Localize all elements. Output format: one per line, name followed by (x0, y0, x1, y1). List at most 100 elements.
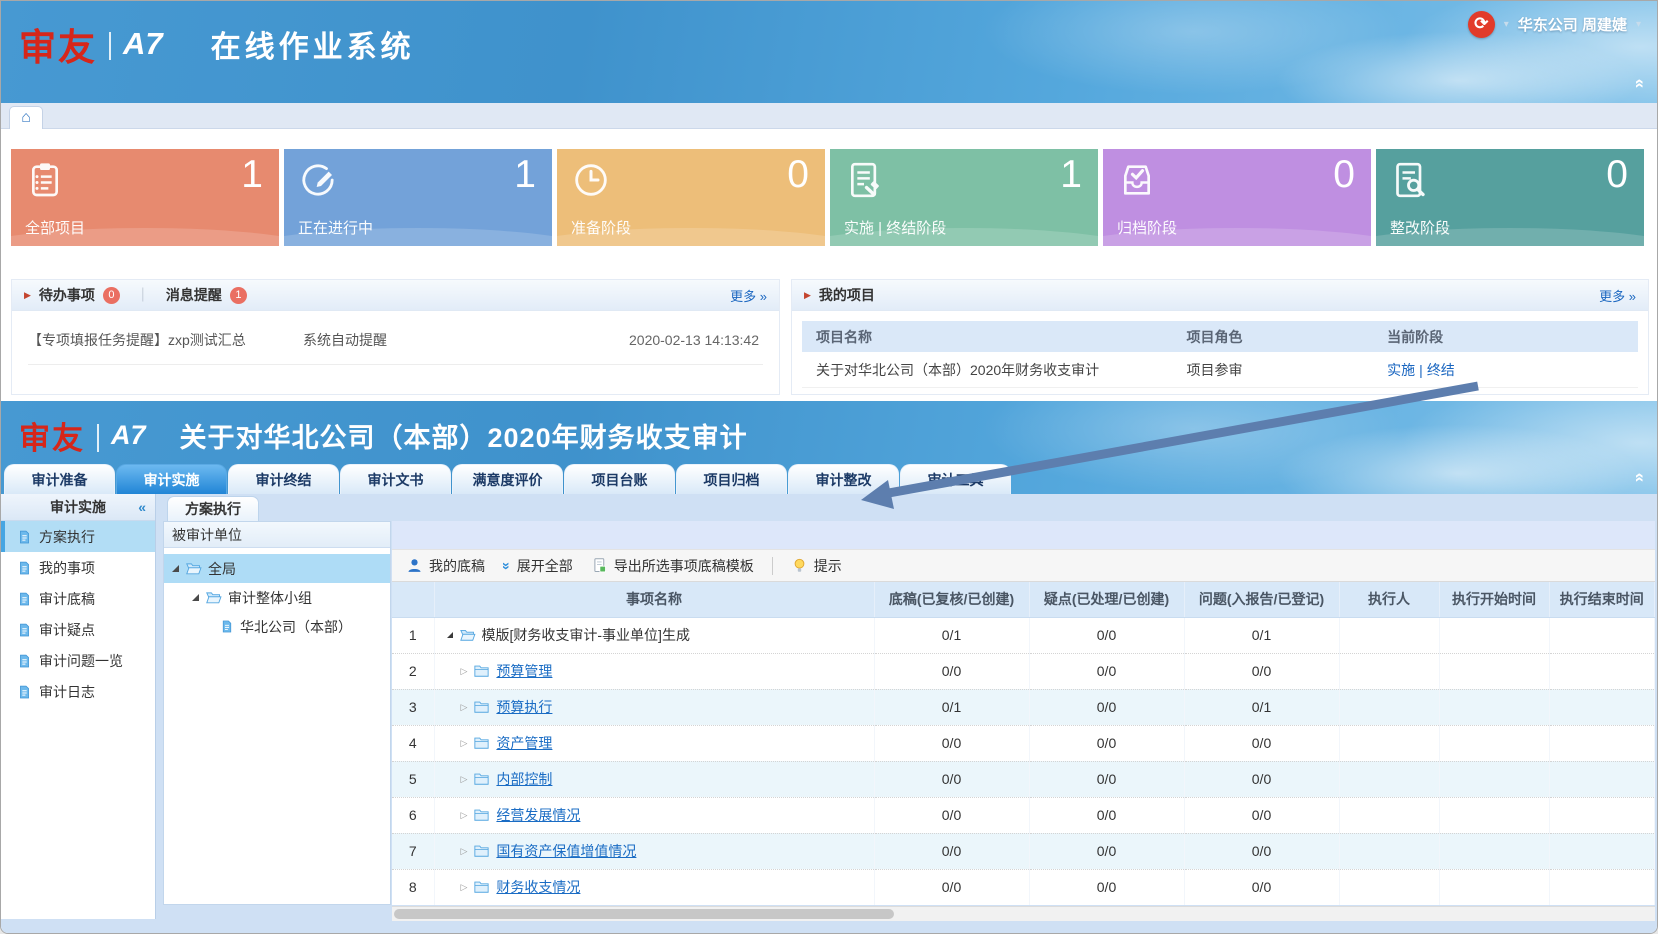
row-collapsed-icon[interactable]: ▷ (461, 810, 468, 821)
sidebar-item-my-matters[interactable]: 我的事项 (1, 552, 155, 583)
executor-cell (1339, 869, 1439, 905)
todo-count-badge: 0 (103, 287, 120, 304)
tab-satisfaction[interactable]: 满意度评价 (452, 464, 563, 494)
row-collapsed-icon[interactable]: ▷ (461, 882, 468, 893)
doubt-cell: 0/0 (1029, 797, 1184, 833)
chevron-down-icon[interactable]: ▾ (1636, 19, 1641, 30)
subtab-plan-execute[interactable]: 方案执行 (167, 496, 259, 521)
sidebar-item-audit-log[interactable]: 审计日志 (1, 676, 155, 707)
company-user-label[interactable]: 华东公司 周建婕 (1518, 14, 1627, 35)
stat-value: 0 (787, 153, 809, 197)
tree-node-label: 审计整体小组 (228, 588, 312, 608)
issue-cell: 0/0 (1184, 797, 1339, 833)
todo-more-link[interactable]: 更多 » (730, 286, 767, 305)
tree-node-global[interactable]: 全局 (164, 554, 390, 583)
table-row[interactable]: 6 ▷ 经营发展情况 0/0 0/0 0/0 (392, 797, 1655, 833)
table-row[interactable]: 2 ▷ 预算管理 0/0 0/0 0/0 (392, 653, 1655, 689)
stat-card-in-progress[interactable]: 1 正在进行中 (284, 149, 552, 246)
tab-todo-items[interactable]: 待办事项 (39, 285, 95, 305)
dashboard-header: 审友 A7 在线作业系统 ⟳ ▾ 华东公司 周建婕 ▾ « (1, 1, 1657, 103)
sidebar-collapse-icon[interactable]: « (138, 499, 146, 515)
sidebar-item-issue-overview[interactable]: 审计问题一览 (1, 645, 155, 676)
bulb-icon (791, 557, 808, 574)
sidebar-item-plan-execute[interactable]: 方案执行 (1, 521, 155, 552)
my-draft-button[interactable]: 我的底稿 (406, 556, 485, 576)
tree-node-huabei-company[interactable]: 华北公司（本部） (164, 612, 390, 641)
draft-cell: 0/1 (874, 617, 1029, 653)
executor-cell (1339, 797, 1439, 833)
tree-node-audit-group[interactable]: 审计整体小组 (164, 583, 390, 612)
doc-icon (17, 529, 32, 545)
tab-project-archive[interactable]: 项目归档 (676, 464, 787, 494)
executor-cell (1339, 761, 1439, 797)
col-doubt[interactable]: 疑点(已处理/已创建) (1029, 582, 1184, 617)
matters-header-row: 事项名称 底稿(已复核/已创建) 疑点(已处理/已创建) 问题(入报告/已登记)… (392, 582, 1655, 617)
stat-card-rectify-stage[interactable]: 0 整改阶段 (1376, 149, 1644, 246)
tree-expanded-icon[interactable] (192, 594, 199, 601)
tab-message-remind[interactable]: 消息提醒 (166, 285, 222, 305)
collapse-header-icon[interactable]: « (1632, 79, 1649, 88)
tab-audit-rectify[interactable]: 审计整改 (788, 464, 899, 494)
collapse-header-icon[interactable]: « (1632, 473, 1649, 482)
col-matter-name[interactable]: 事项名称 (434, 582, 874, 617)
expand-all-label: 展开全部 (517, 556, 573, 576)
projects-more-link[interactable]: 更多 » (1599, 286, 1636, 305)
row-collapsed-icon[interactable]: ▷ (461, 702, 468, 713)
expand-all-button[interactable]: » 展开全部 (503, 556, 573, 576)
row-collapsed-icon[interactable]: ▷ (461, 846, 468, 857)
archive-icon (1117, 160, 1157, 200)
home-tab[interactable]: ⌂ (9, 106, 43, 129)
matter-name-link[interactable]: 内部控制 (496, 769, 552, 789)
tab-audit-finish[interactable]: 审计终结 (228, 464, 339, 494)
tab-audit-prepare[interactable]: 审计准备 (4, 464, 115, 494)
row-collapsed-icon[interactable]: ▷ (461, 666, 468, 677)
stage-final-link[interactable]: 终结 (1427, 362, 1455, 378)
stat-card-impl-final-stage[interactable]: 1 实施 | 终结阶段 (830, 149, 1098, 246)
stat-card-archive-stage[interactable]: 0 归档阶段 (1103, 149, 1371, 246)
export-template-button[interactable]: 导出所选事项底稿模板 (591, 556, 754, 576)
horizontal-scrollbar[interactable] (392, 906, 1655, 921)
col-exec-start[interactable]: 执行开始时间 (1439, 582, 1549, 617)
sidebar-item-label: 审计日志 (39, 682, 95, 702)
secondary-band (392, 521, 1655, 549)
tab-audit-implement[interactable]: 审计实施 (116, 464, 227, 494)
message-list-item[interactable]: 【专项填报任务提醒】zxp测试汇总 系统自动提醒 2020-02-13 14:1… (28, 315, 763, 365)
tab-audit-tools[interactable]: 审计工具 (900, 464, 1011, 494)
refresh-icon[interactable]: ⟳ (1468, 11, 1495, 38)
scrollbar-thumb[interactable] (394, 909, 894, 919)
matter-name-link[interactable]: 预算管理 (496, 661, 552, 681)
table-row[interactable]: 4 ▷ 资产管理 0/0 0/0 0/0 (392, 725, 1655, 761)
stat-card-all-projects[interactable]: 1 全部项目 (11, 149, 279, 246)
matter-name-link[interactable]: 预算执行 (496, 697, 552, 717)
col-draft[interactable]: 底稿(已复核/已创建) (874, 582, 1029, 617)
col-exec-end[interactable]: 执行结束时间 (1549, 582, 1655, 617)
tab-audit-document[interactable]: 审计文书 (340, 464, 451, 494)
matter-name-link[interactable]: 资产管理 (496, 733, 552, 753)
chevron-down-icon[interactable]: ▾ (1504, 19, 1509, 30)
table-row[interactable]: 5 ▷ 内部控制 0/0 0/0 0/0 (392, 761, 1655, 797)
tree-expanded-icon[interactable] (172, 565, 179, 572)
draft-cell: 0/1 (874, 689, 1029, 725)
stat-card-prepare-stage[interactable]: 0 准备阶段 (557, 149, 825, 246)
col-issue[interactable]: 问题(入报告/已登记) (1184, 582, 1339, 617)
tab-project-ledger[interactable]: 项目台账 (564, 464, 675, 494)
matters-table: 事项名称 底稿(已复核/已创建) 疑点(已处理/已创建) 问题(入报告/已登记)… (392, 582, 1655, 905)
projects-table-header: 项目名称 项目角色 当前阶段 (802, 321, 1638, 352)
sidebar-item-audit-doubts[interactable]: 审计疑点 (1, 614, 155, 645)
row-expanded-icon[interactable] (447, 632, 453, 638)
message-count-badge: 1 (230, 287, 247, 304)
table-row[interactable]: 7 ▷ 国有资产保值增值情况 0/0 0/0 0/0 (392, 833, 1655, 869)
tip-button[interactable]: 提示 (791, 556, 842, 576)
table-row[interactable]: 8 ▷ 财务收支情况 0/0 0/0 0/0 (392, 869, 1655, 905)
stage-impl-link[interactable]: 实施 (1387, 362, 1415, 378)
table-row[interactable]: 1 模版[财务收支审计-事业单位]生成 0/1 0/0 0/1 (392, 617, 1655, 653)
col-executor[interactable]: 执行人 (1339, 582, 1439, 617)
row-collapsed-icon[interactable]: ▷ (461, 738, 468, 749)
sidebar-item-audit-drafts[interactable]: 审计底稿 (1, 583, 155, 614)
project-role: 项目参审 (1187, 360, 1388, 380)
matter-name-link[interactable]: 财务收支情况 (496, 877, 580, 897)
row-collapsed-icon[interactable]: ▷ (461, 774, 468, 785)
table-row[interactable]: 3 ▷ 预算执行 0/1 0/0 0/1 (392, 689, 1655, 725)
matter-name-link[interactable]: 经营发展情况 (496, 805, 580, 825)
matter-name-link[interactable]: 国有资产保值增值情况 (496, 841, 636, 861)
